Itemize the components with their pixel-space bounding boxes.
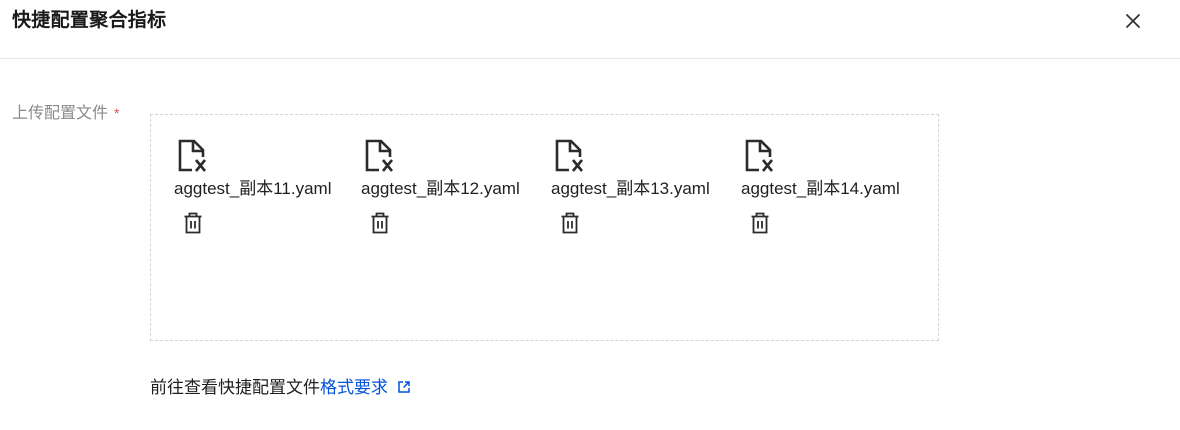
trash-icon xyxy=(184,212,202,234)
file-error-icon xyxy=(365,139,394,172)
file-name: aggtest_副本11.yaml xyxy=(174,179,332,198)
link-text: 格式要求 xyxy=(320,378,388,397)
file-name: aggtest_副本14.yaml xyxy=(741,179,900,198)
delete-file-button[interactable] xyxy=(181,211,205,235)
dialog-header: 快捷配置聚合指标 xyxy=(0,0,1180,59)
file-name: aggtest_副本13.yaml xyxy=(551,179,710,198)
format-hint: 前往查看快捷配置文件格式要求 xyxy=(150,376,411,400)
delete-file-button[interactable] xyxy=(368,211,392,235)
upload-field-label: 上传配置文件 * xyxy=(12,102,119,125)
trash-icon xyxy=(751,212,769,234)
delete-file-button[interactable] xyxy=(558,211,582,235)
file-error-icon xyxy=(178,139,207,172)
format-requirements-link[interactable]: 格式要求 xyxy=(320,378,411,397)
trash-icon xyxy=(561,212,579,234)
close-icon xyxy=(1126,14,1140,28)
delete-file-button[interactable] xyxy=(748,211,772,235)
external-link-icon xyxy=(398,381,410,393)
trash-icon xyxy=(371,212,389,234)
dialog-title: 快捷配置聚合指标 xyxy=(12,10,167,31)
file-error-icon xyxy=(555,139,584,172)
file-error-icon xyxy=(745,139,774,172)
upload-label-text: 上传配置文件 xyxy=(12,105,109,122)
file-name: aggtest_副本12.yaml xyxy=(361,179,520,198)
required-mark: * xyxy=(114,105,120,121)
upload-dropzone[interactable]: aggtest_副本11.yaml aggtest_副本12.yaml aggt… xyxy=(150,114,939,341)
hint-text: 前往查看快捷配置文件 xyxy=(150,378,320,397)
close-button[interactable] xyxy=(1121,9,1145,33)
